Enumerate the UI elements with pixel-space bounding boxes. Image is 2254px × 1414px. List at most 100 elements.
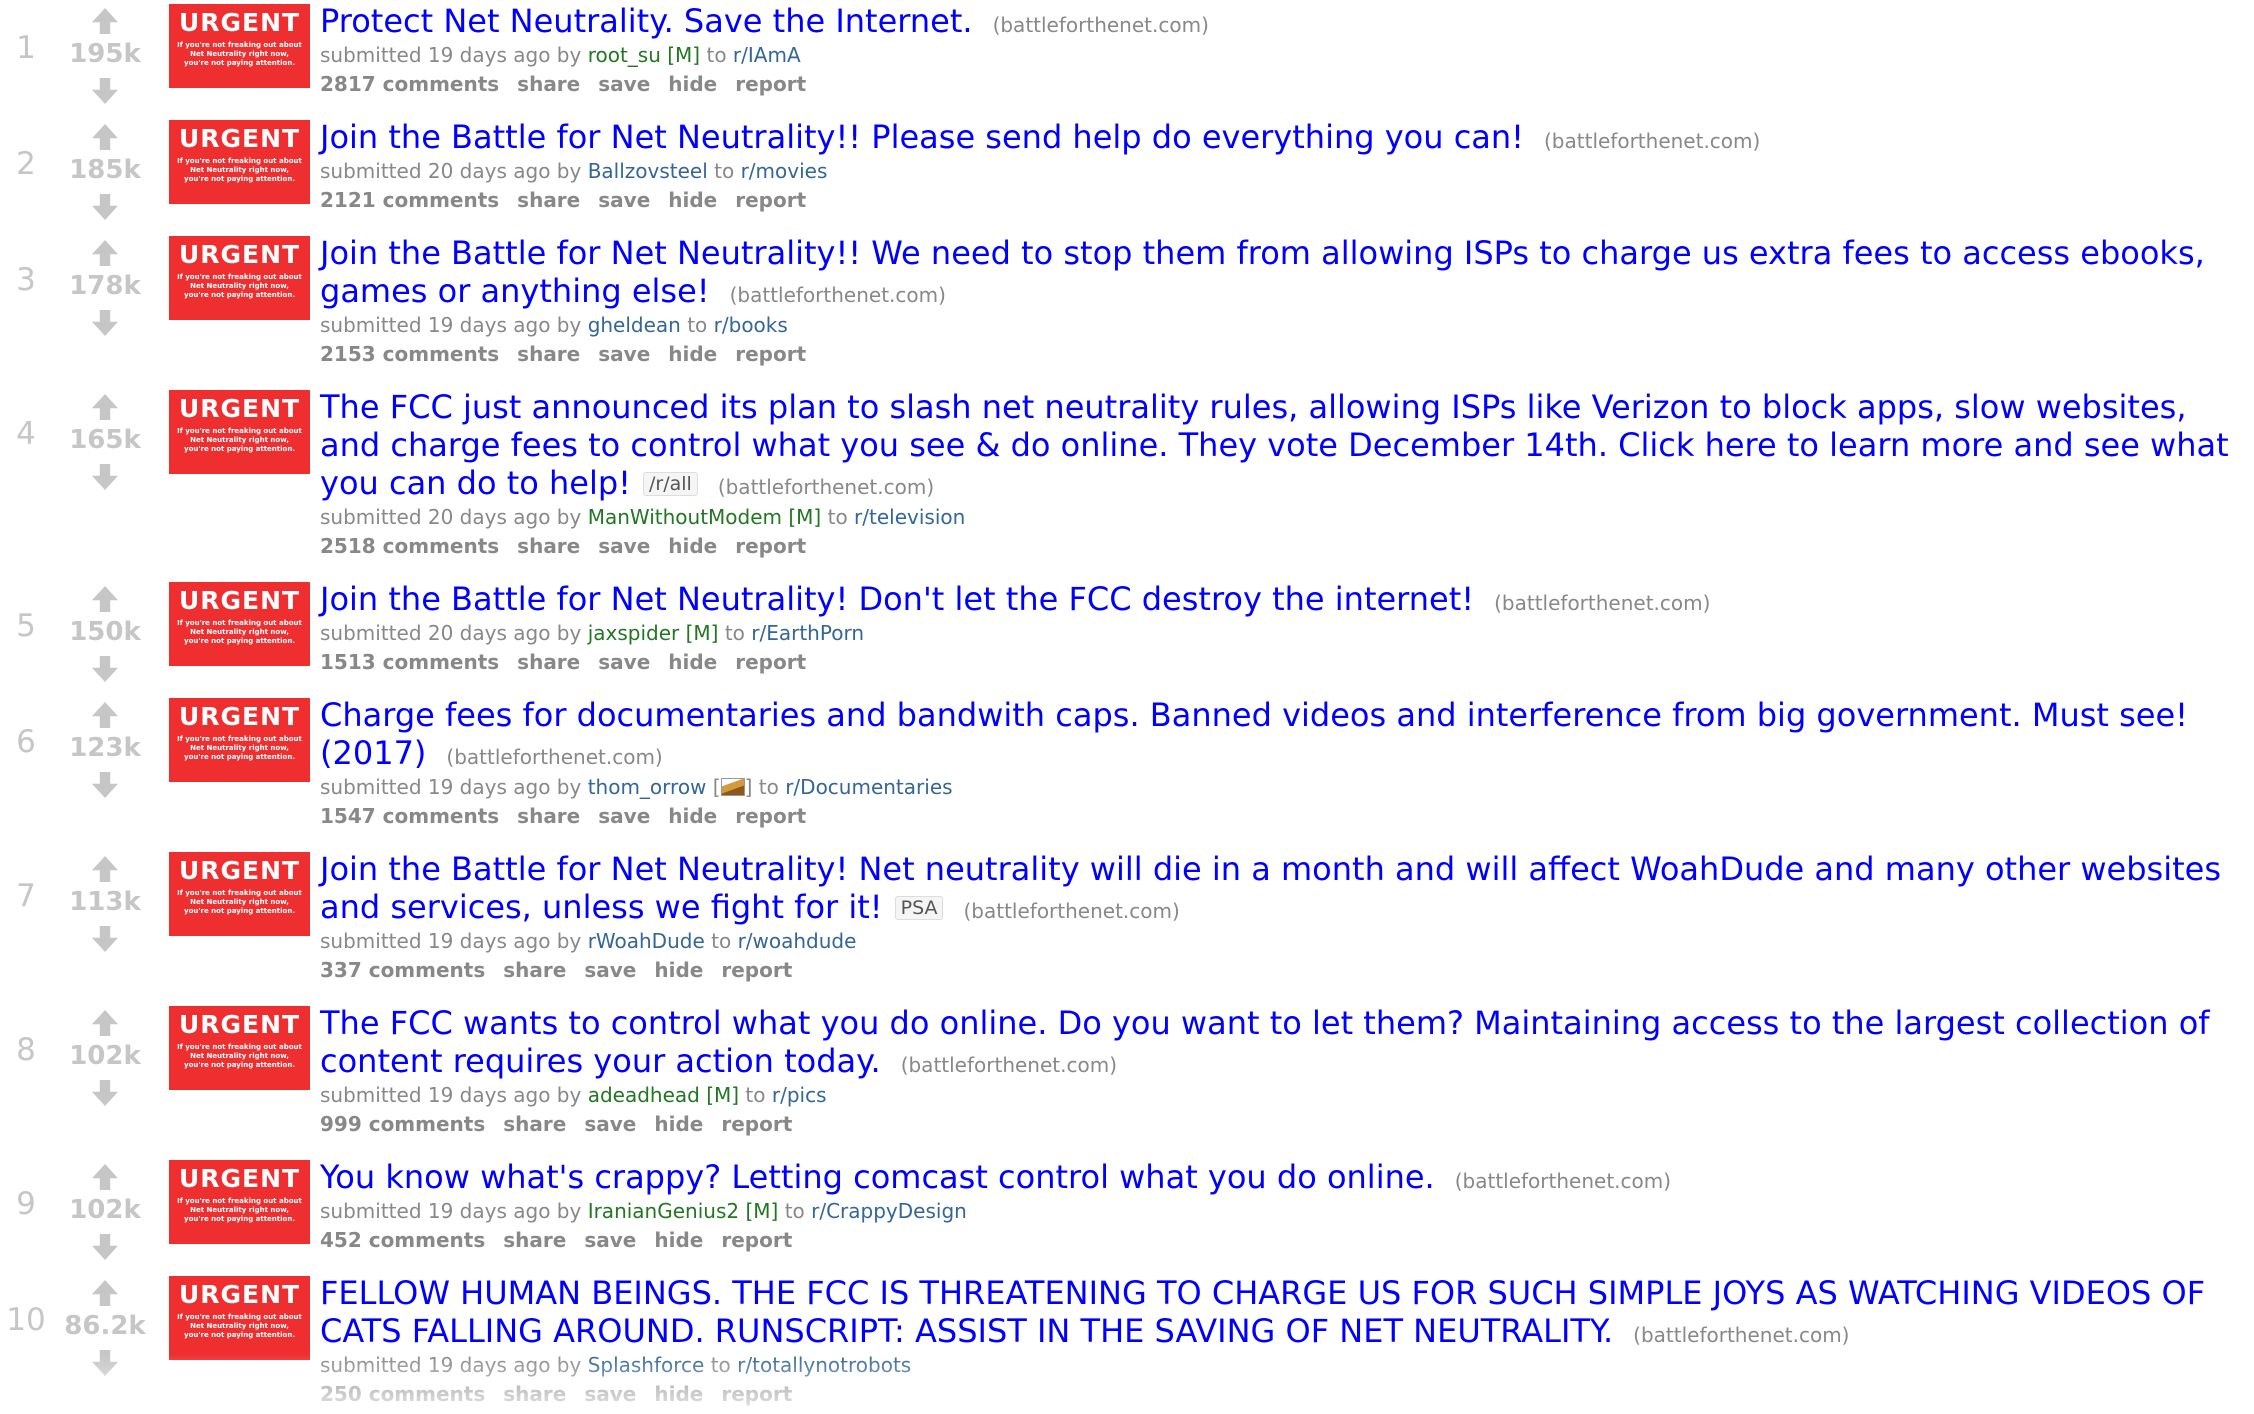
post-domain[interactable]: (battleforthenet.com) bbox=[993, 13, 1209, 37]
comments-button[interactable]: 2817 comments bbox=[320, 72, 499, 96]
post-domain[interactable]: (battleforthenet.com) bbox=[1633, 1323, 1849, 1347]
report-button[interactable]: report bbox=[721, 1382, 792, 1406]
post-title-link[interactable]: Join the Battle for Net Neutrality! Net … bbox=[320, 850, 2221, 926]
upvote-arrow-icon[interactable] bbox=[92, 702, 118, 728]
hide-button[interactable]: hide bbox=[654, 1382, 703, 1406]
save-button[interactable]: save bbox=[584, 1228, 636, 1252]
post-domain[interactable]: (battleforthenet.com) bbox=[1494, 591, 1710, 615]
post-domain[interactable]: (battleforthenet.com) bbox=[730, 283, 946, 307]
post-subreddit[interactable]: r/woahdude bbox=[738, 929, 857, 953]
post-subreddit[interactable]: r/Documentaries bbox=[785, 775, 952, 799]
save-button[interactable]: save bbox=[584, 958, 636, 982]
post-title-link[interactable]: FELLOW HUMAN BEINGS. THE FCC IS THREATEN… bbox=[320, 1274, 2205, 1350]
share-button[interactable]: share bbox=[503, 958, 566, 982]
post-title-link[interactable]: You know what's crappy? Letting comcast … bbox=[320, 1158, 1435, 1196]
post-author[interactable]: adeadhead bbox=[588, 1083, 700, 1107]
hide-button[interactable]: hide bbox=[654, 1228, 703, 1252]
share-button[interactable]: share bbox=[503, 1228, 566, 1252]
save-button[interactable]: save bbox=[584, 1382, 636, 1406]
post-author[interactable]: Splashforce bbox=[588, 1353, 705, 1377]
hide-button[interactable]: hide bbox=[654, 1112, 703, 1136]
downvote-arrow-icon[interactable] bbox=[92, 656, 118, 682]
share-button[interactable]: share bbox=[517, 342, 580, 366]
save-button[interactable]: save bbox=[598, 534, 650, 558]
upvote-arrow-icon[interactable] bbox=[92, 124, 118, 150]
comments-button[interactable]: 1547 comments bbox=[320, 804, 499, 828]
post-author[interactable]: IranianGenius2 bbox=[588, 1199, 739, 1223]
downvote-arrow-icon[interactable] bbox=[92, 78, 118, 104]
save-button[interactable]: save bbox=[598, 650, 650, 674]
hide-button[interactable]: hide bbox=[654, 958, 703, 982]
comments-button[interactable]: 2518 comments bbox=[320, 534, 499, 558]
downvote-arrow-icon[interactable] bbox=[92, 310, 118, 336]
comments-button[interactable]: 2121 comments bbox=[320, 188, 499, 212]
upvote-arrow-icon[interactable] bbox=[92, 240, 118, 266]
post-thumbnail[interactable]: URGENT If you're not freaking out about N… bbox=[169, 698, 310, 782]
post-title-link[interactable]: Protect Net Neutrality. Save the Interne… bbox=[320, 2, 973, 40]
post-subreddit[interactable]: r/EarthPorn bbox=[751, 621, 864, 645]
downvote-arrow-icon[interactable] bbox=[92, 194, 118, 220]
post-thumbnail[interactable]: URGENT If you're not freaking out about N… bbox=[169, 1006, 310, 1090]
report-button[interactable]: report bbox=[721, 958, 792, 982]
post-domain[interactable]: (battleforthenet.com) bbox=[1544, 129, 1760, 153]
post-author[interactable]: gheldean bbox=[588, 313, 681, 337]
hide-button[interactable]: hide bbox=[668, 804, 717, 828]
downvote-arrow-icon[interactable] bbox=[92, 464, 118, 490]
upvote-arrow-icon[interactable] bbox=[92, 1010, 118, 1036]
post-subreddit[interactable]: r/books bbox=[714, 313, 788, 337]
post-author[interactable]: thom_orrow bbox=[588, 775, 707, 799]
report-button[interactable]: report bbox=[735, 804, 806, 828]
post-subreddit[interactable]: r/movies bbox=[741, 159, 828, 183]
share-button[interactable]: share bbox=[517, 534, 580, 558]
downvote-arrow-icon[interactable] bbox=[92, 1080, 118, 1106]
comments-button[interactable]: 2153 comments bbox=[320, 342, 499, 366]
share-button[interactable]: share bbox=[517, 72, 580, 96]
post-subreddit[interactable]: r/CrappyDesign bbox=[811, 1199, 967, 1223]
post-domain[interactable]: (battleforthenet.com) bbox=[718, 475, 934, 499]
report-button[interactable]: report bbox=[735, 72, 806, 96]
save-button[interactable]: save bbox=[584, 1112, 636, 1136]
post-title-link[interactable]: The FCC just announced its plan to slash… bbox=[320, 388, 2229, 502]
comments-button[interactable]: 452 comments bbox=[320, 1228, 485, 1252]
report-button[interactable]: report bbox=[735, 650, 806, 674]
upvote-arrow-icon[interactable] bbox=[92, 586, 118, 612]
comments-button[interactable]: 1513 comments bbox=[320, 650, 499, 674]
save-button[interactable]: save bbox=[598, 72, 650, 96]
hide-button[interactable]: hide bbox=[668, 534, 717, 558]
hide-button[interactable]: hide bbox=[668, 72, 717, 96]
hide-button[interactable]: hide bbox=[668, 342, 717, 366]
post-author[interactable]: rWoahDude bbox=[588, 929, 705, 953]
upvote-arrow-icon[interactable] bbox=[92, 1280, 118, 1306]
upvote-arrow-icon[interactable] bbox=[92, 8, 118, 34]
post-domain[interactable]: (battleforthenet.com) bbox=[446, 745, 662, 769]
post-domain[interactable]: (battleforthenet.com) bbox=[963, 899, 1179, 923]
upvote-arrow-icon[interactable] bbox=[92, 394, 118, 420]
post-domain[interactable]: (battleforthenet.com) bbox=[1455, 1169, 1671, 1193]
post-title-link[interactable]: The FCC wants to control what you do onl… bbox=[320, 1004, 2210, 1080]
downvote-arrow-icon[interactable] bbox=[92, 926, 118, 952]
report-button[interactable]: report bbox=[721, 1228, 792, 1252]
share-button[interactable]: share bbox=[517, 188, 580, 212]
save-button[interactable]: save bbox=[598, 804, 650, 828]
hide-button[interactable]: hide bbox=[668, 650, 717, 674]
report-button[interactable]: report bbox=[735, 534, 806, 558]
hide-button[interactable]: hide bbox=[668, 188, 717, 212]
post-subreddit[interactable]: r/totallynotrobots bbox=[737, 1353, 911, 1377]
post-thumbnail[interactable]: URGENT If you're not freaking out about N… bbox=[169, 390, 310, 474]
report-button[interactable]: report bbox=[735, 342, 806, 366]
post-thumbnail[interactable]: URGENT If you're not freaking out about N… bbox=[169, 120, 310, 204]
post-thumbnail[interactable]: URGENT If you're not freaking out about N… bbox=[169, 236, 310, 320]
post-thumbnail[interactable]: URGENT If you're not freaking out about N… bbox=[169, 582, 310, 666]
post-author[interactable]: ManWithoutModem bbox=[588, 505, 782, 529]
post-subreddit[interactable]: r/television bbox=[854, 505, 965, 529]
upvote-arrow-icon[interactable] bbox=[92, 1164, 118, 1190]
comments-button[interactable]: 337 comments bbox=[320, 958, 485, 982]
post-thumbnail[interactable]: URGENT If you're not freaking out about N… bbox=[169, 1276, 310, 1360]
post-title-link[interactable]: Join the Battle for Net Neutrality!! We … bbox=[320, 234, 2205, 310]
post-subreddit[interactable]: r/IAmA bbox=[733, 43, 801, 67]
share-button[interactable]: share bbox=[503, 1112, 566, 1136]
share-button[interactable]: share bbox=[517, 650, 580, 674]
comments-button[interactable]: 999 comments bbox=[320, 1112, 485, 1136]
post-title-link[interactable]: Join the Battle for Net Neutrality!! Ple… bbox=[320, 118, 1524, 156]
share-button[interactable]: share bbox=[517, 804, 580, 828]
